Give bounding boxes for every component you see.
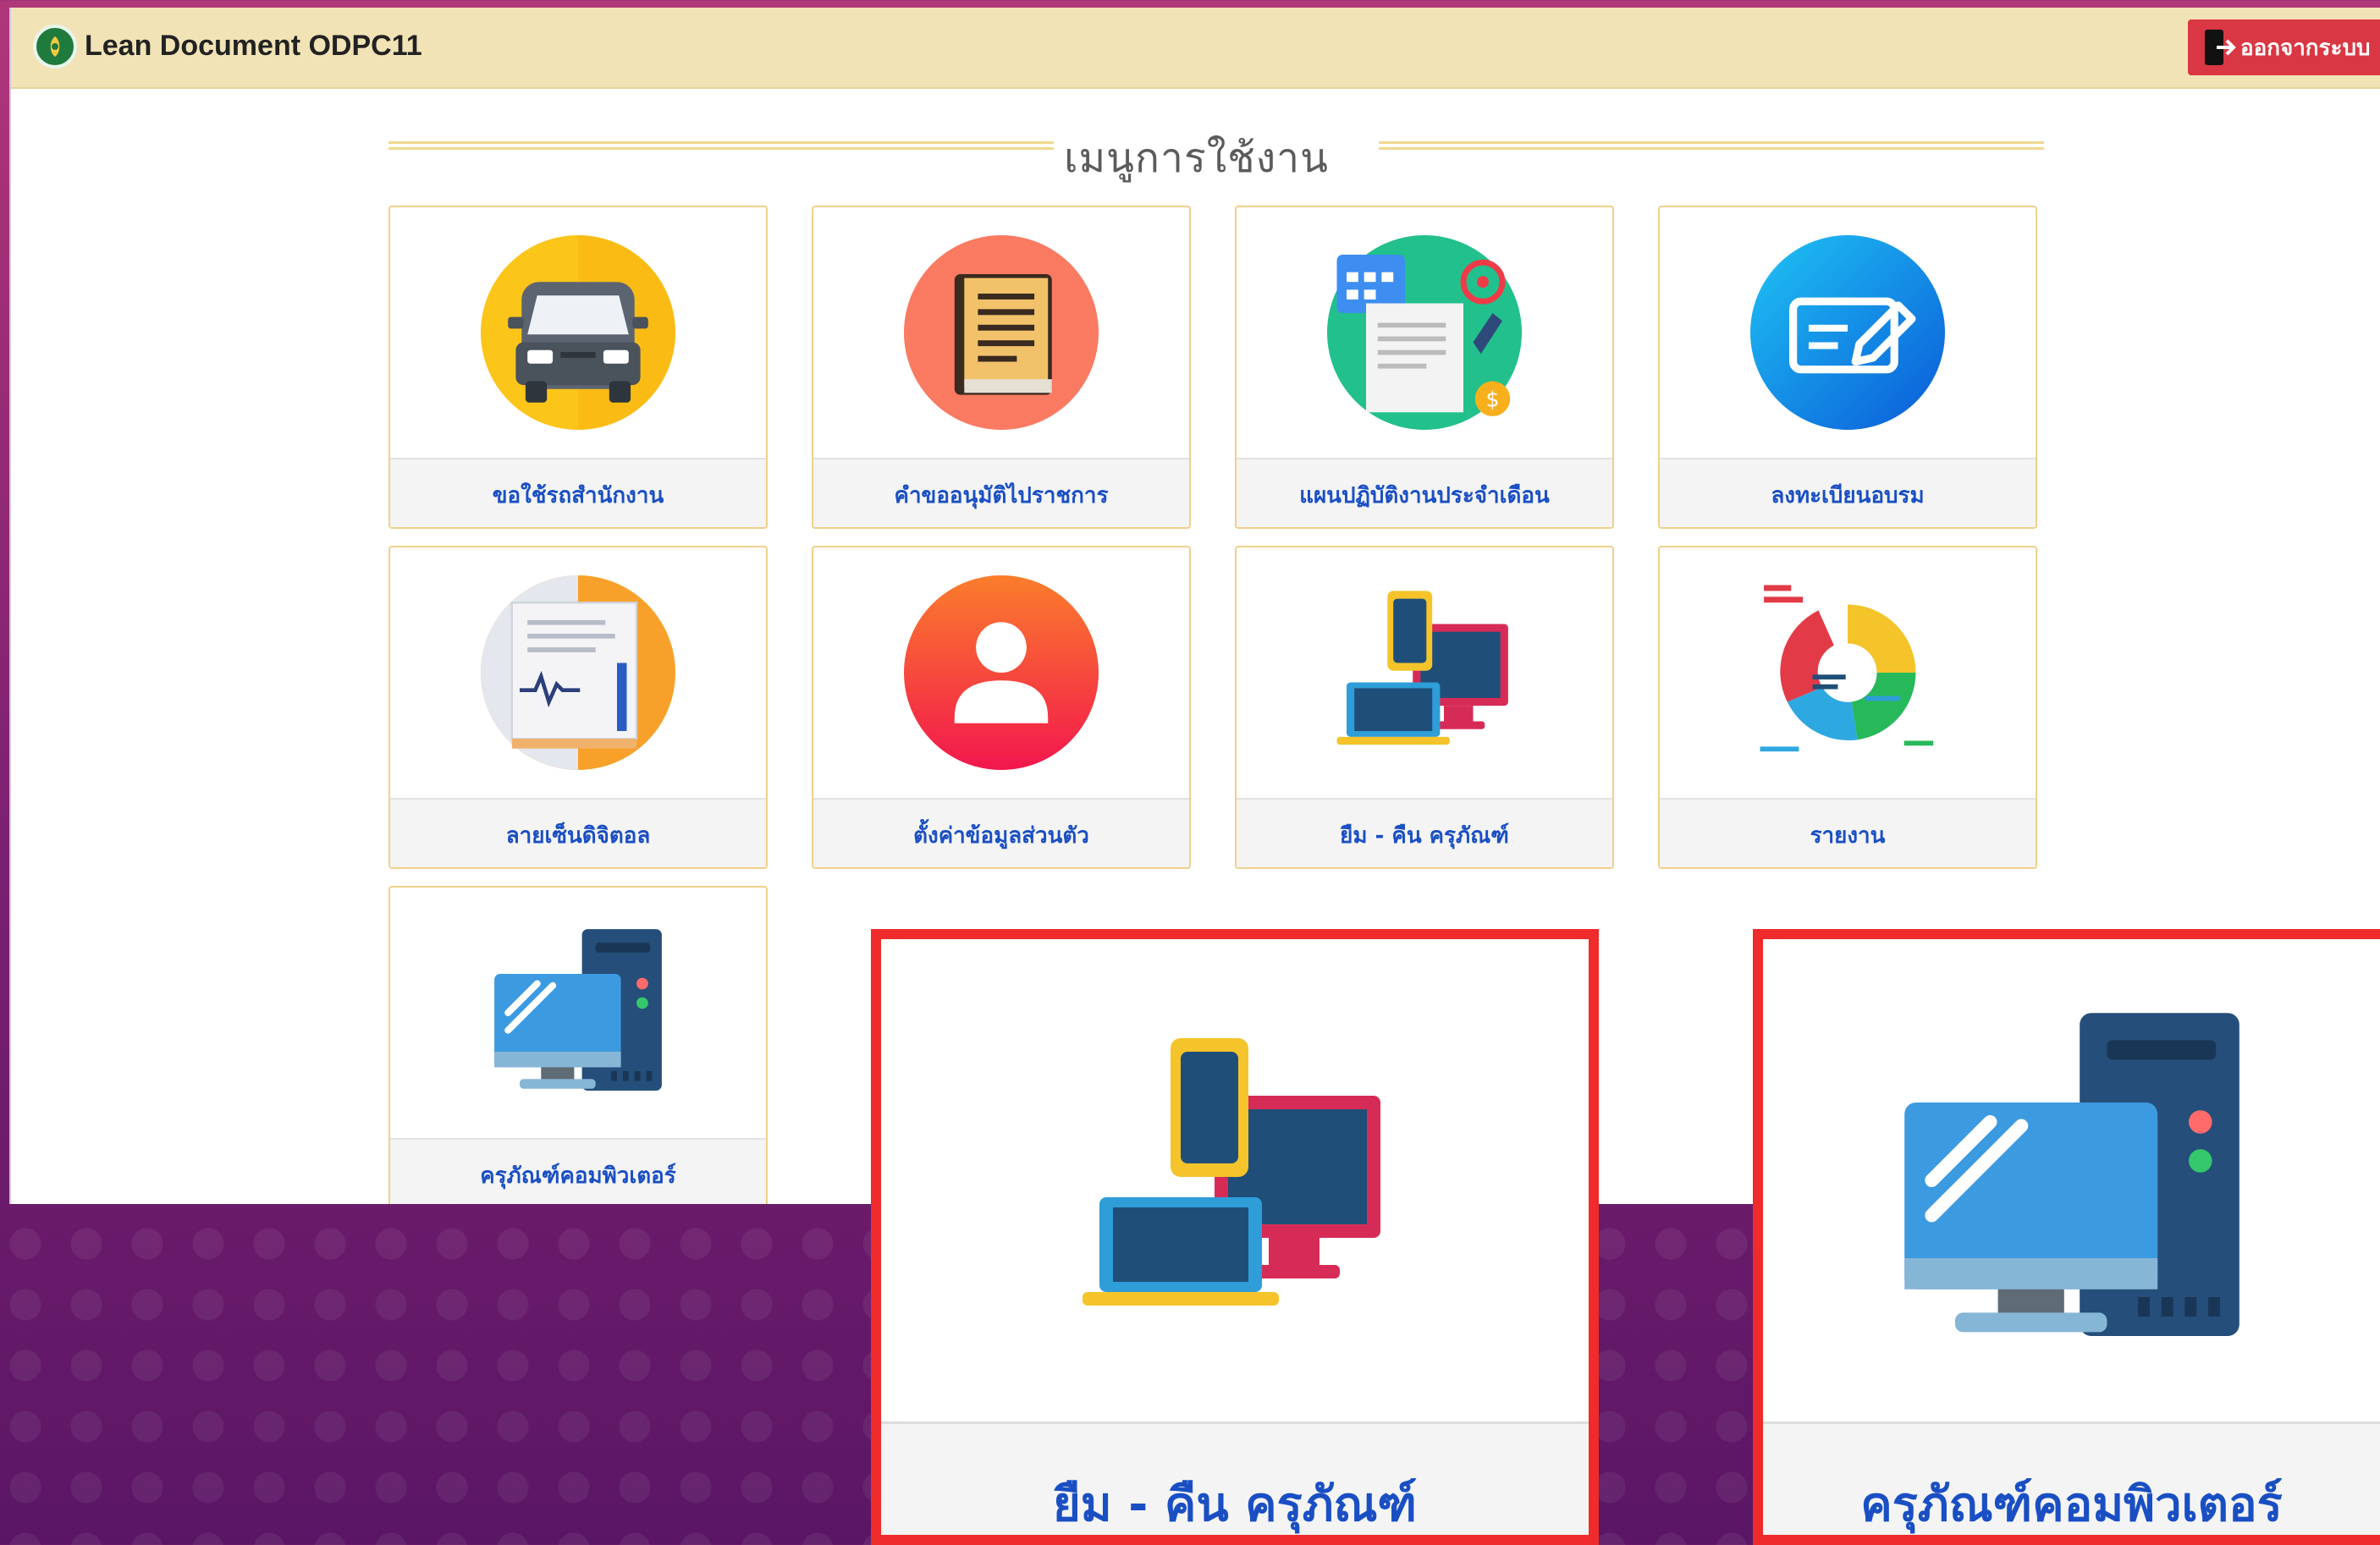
logout-icon (2205, 30, 2236, 65)
menu-card-label: ขอใช้รถสำนักงาน (390, 458, 766, 527)
top-bar: Lean Document ODPC11 ออกจากระบบ (11, 8, 2380, 89)
report-chart-icon (1750, 575, 1945, 770)
menu-card-label: รายงาน (1660, 798, 2036, 867)
user-profile-icon (904, 575, 1099, 770)
menu-card-travel-approval[interactable]: คำขออนุมัติไปราชการ (812, 206, 1191, 529)
menu-card-profile-settings[interactable]: ตั้งค่าข้อมูลส่วนตัว (812, 546, 1191, 869)
menu-card-label: คำขออนุมัติไปราชการ (813, 458, 1189, 527)
menu-card-monthly-plan[interactable]: แผนปฏิบัติงานประจำเดือน (1235, 206, 1614, 529)
menu-card-equipment-borrow[interactable]: ยืม - คืน ครุภัณฑ์ (1235, 546, 1614, 869)
devices-icon (1327, 575, 1522, 770)
van-icon (481, 235, 675, 430)
book-icon (904, 235, 1099, 430)
desktop-computer-icon (1877, 986, 2267, 1375)
menu-card-label: ลายเซ็นดิจิตอล (390, 798, 766, 867)
plan-calendar-icon (1327, 235, 1522, 430)
menu-card-vehicle-request[interactable]: ขอใช้รถสำนักงาน (388, 206, 768, 529)
menu-card-label: ลงทะเบียนอบรม (1660, 458, 2036, 527)
menu-card-training-registration[interactable]: ลงทะเบียนอบรม (1658, 206, 2037, 529)
menu-card-digital-signature[interactable]: ลายเซ็นดิจิตอล (388, 546, 768, 869)
highlight-label: ยืม - คืน ครุภัณฑ์ (881, 1421, 1589, 1535)
title-divider-right (1379, 141, 2044, 150)
menu-card-label: ยืม - คืน ครุภัณฑ์ (1237, 798, 1612, 867)
ministry-logo-icon (33, 25, 77, 69)
app-title: Lean Document ODPC11 (85, 30, 422, 62)
logout-button[interactable]: ออกจากระบบ (2188, 19, 2380, 75)
devices-icon (1066, 1011, 1404, 1350)
highlight-equipment-borrow: ยืม - คืน ครุภัณฑ์ (871, 929, 1599, 1545)
highlight-computer-equipment: ครุภัณฑ์คอมพิวเตอร์ (1753, 929, 2380, 1545)
menu-card-computer-equipment[interactable]: ครุภัณฑ์คอมพิวเตอร์ (388, 886, 768, 1204)
highlight-label: ครุภัณฑ์คอมพิวเตอร์ (1763, 1421, 2380, 1535)
menu-card-label: แผนปฏิบัติงานประจำเดือน (1237, 458, 1612, 527)
register-form-icon (1750, 235, 1945, 430)
desktop-computer-icon (481, 915, 675, 1110)
menu-card-report[interactable]: รายงาน (1658, 546, 2037, 869)
menu-card-label: ครุภัณฑ์คอมพิวเตอร์ (390, 1138, 766, 1204)
menu-card-label: ตั้งค่าข้อมูลส่วนตัว (813, 798, 1189, 867)
signature-document-icon (481, 575, 675, 770)
logout-label: ออกจากระบบ (2240, 35, 2371, 61)
menu-title: เมนูการใช้งาน (1064, 135, 1329, 182)
